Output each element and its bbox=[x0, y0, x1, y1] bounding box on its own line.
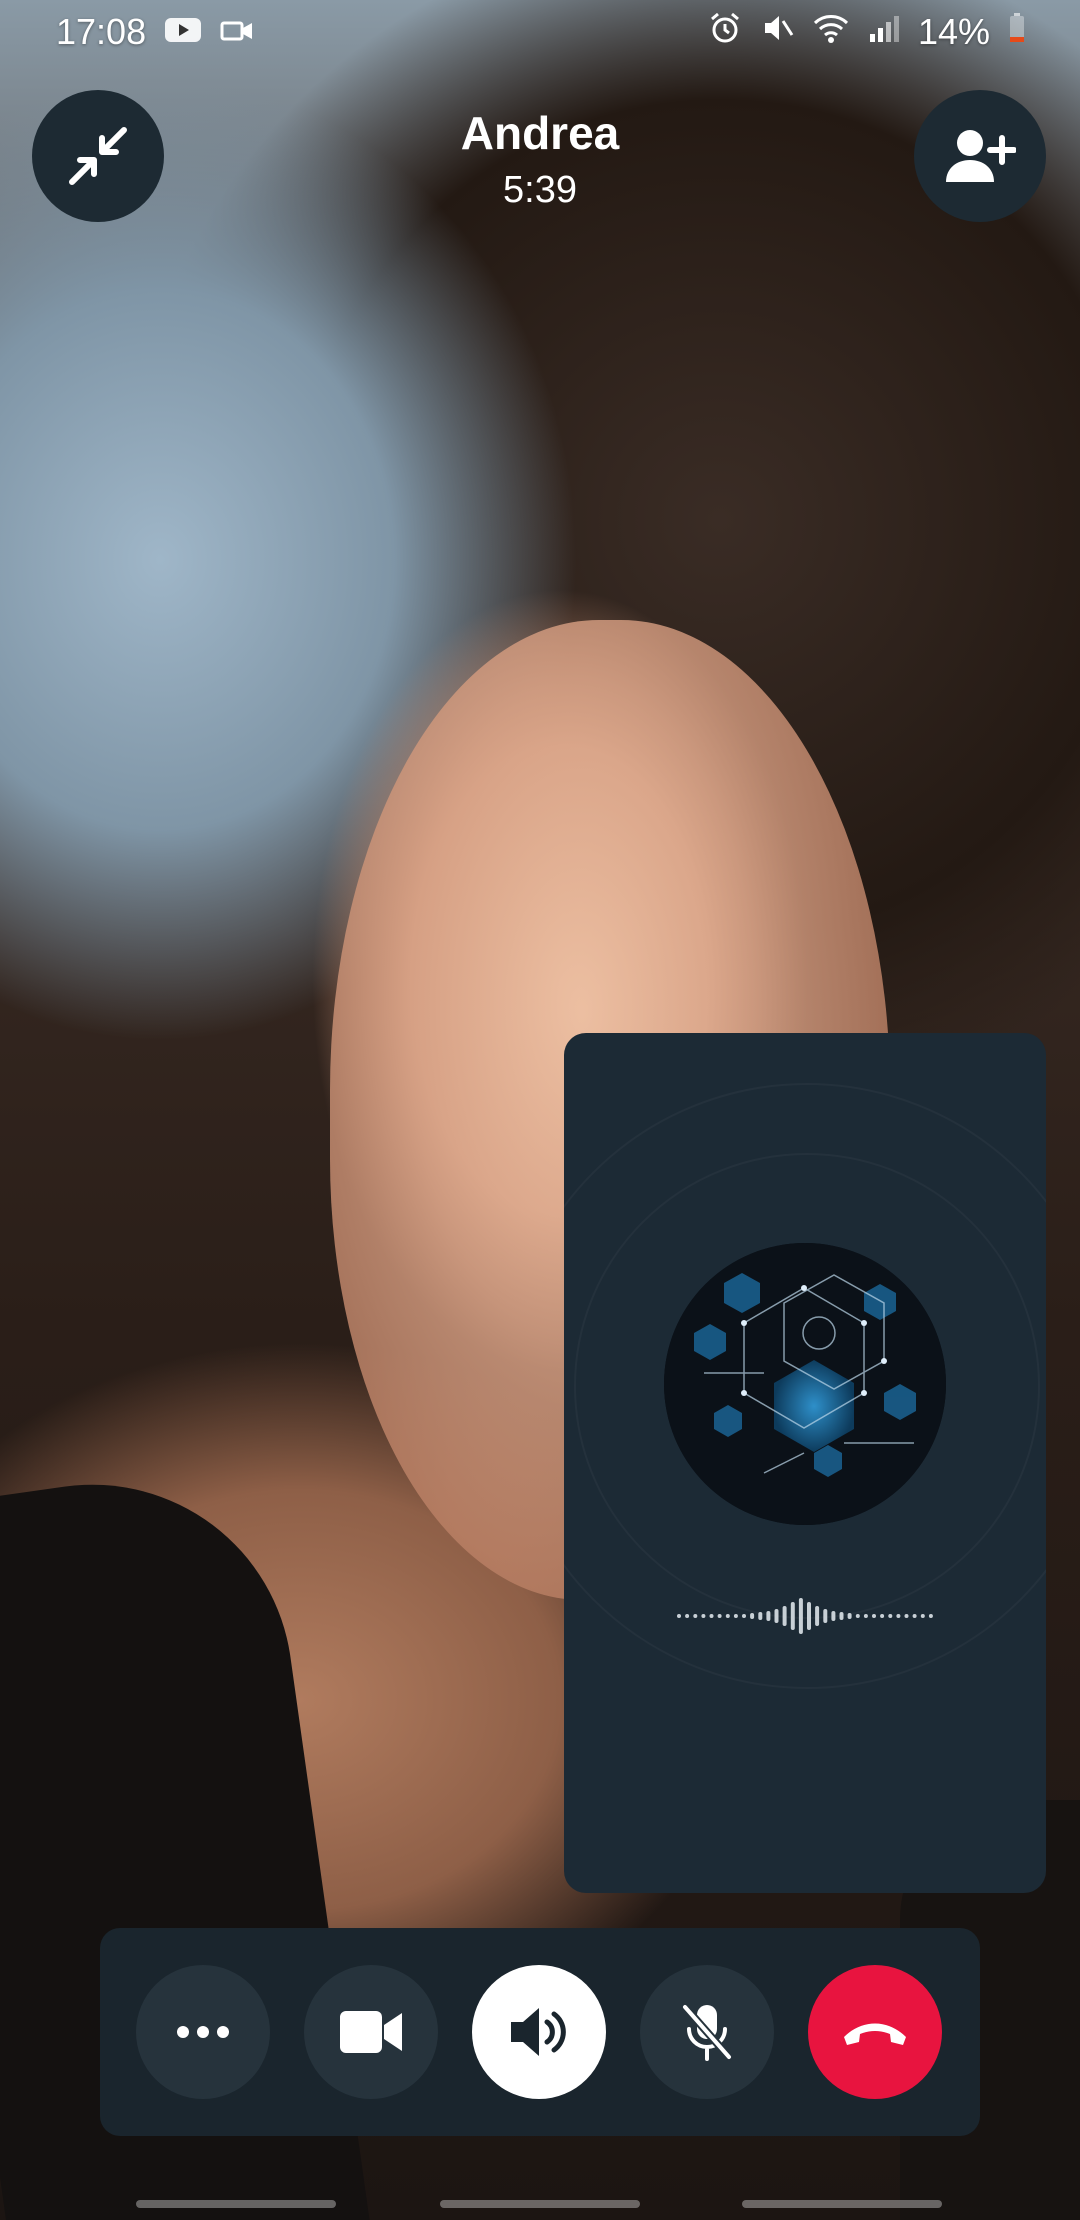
video-camera-icon bbox=[340, 2011, 402, 2053]
wave-bar bbox=[831, 1611, 836, 1621]
wave-bar bbox=[839, 1612, 844, 1620]
call-control-bar bbox=[100, 1928, 980, 2136]
audio-wave bbox=[677, 1598, 933, 1634]
wave-bar bbox=[766, 1611, 771, 1621]
wave-bar bbox=[815, 1606, 820, 1626]
wave-bar bbox=[733, 1614, 738, 1618]
add-participant-button[interactable] bbox=[914, 90, 1046, 222]
add-person-icon bbox=[946, 130, 1016, 182]
end-call-button[interactable] bbox=[808, 1965, 942, 2099]
wave-bar bbox=[685, 1614, 690, 1618]
nav-recents-handle[interactable] bbox=[136, 2200, 336, 2208]
alarm-icon bbox=[708, 11, 742, 54]
status-bar: 17:08 14% bbox=[0, 0, 1080, 64]
signal-icon bbox=[868, 11, 900, 53]
self-avatar bbox=[664, 1243, 946, 1525]
wave-bar bbox=[774, 1609, 779, 1623]
nav-back-handle[interactable] bbox=[742, 2200, 942, 2208]
status-right: 14% bbox=[708, 11, 1026, 54]
navigation-bar bbox=[0, 2190, 1080, 2220]
wave-bar bbox=[798, 1598, 803, 1634]
wave-bar bbox=[782, 1606, 787, 1626]
video-record-icon bbox=[220, 11, 254, 53]
mute-icon bbox=[760, 11, 794, 54]
wave-bar bbox=[701, 1614, 706, 1618]
wave-bar bbox=[823, 1609, 828, 1623]
wave-bar bbox=[872, 1614, 876, 1618]
wave-bar bbox=[790, 1602, 795, 1630]
wave-bar bbox=[693, 1614, 698, 1618]
hang-up-icon bbox=[844, 2023, 906, 2045]
youtube-icon bbox=[164, 11, 202, 53]
wave-bar bbox=[880, 1614, 885, 1618]
status-time: 17:08 bbox=[56, 11, 147, 52]
wave-bar bbox=[677, 1614, 681, 1618]
wave-bar bbox=[742, 1614, 746, 1618]
self-preview[interactable] bbox=[564, 1033, 1046, 1893]
wave-bar bbox=[709, 1614, 714, 1618]
speaker-button[interactable] bbox=[472, 1965, 606, 2099]
wave-bar bbox=[717, 1614, 722, 1618]
status-left: 17:08 bbox=[56, 11, 254, 53]
wave-bar bbox=[928, 1614, 933, 1618]
battery-percent: 14% bbox=[917, 11, 990, 52]
camera-button[interactable] bbox=[304, 1965, 438, 2099]
wave-bar bbox=[912, 1614, 917, 1618]
wave-bar bbox=[807, 1602, 811, 1630]
wave-bar bbox=[847, 1613, 852, 1619]
nav-home-handle[interactable] bbox=[440, 2200, 640, 2208]
wave-bar bbox=[904, 1614, 909, 1618]
ellipsis-icon bbox=[177, 2026, 229, 2038]
wave-bar bbox=[920, 1614, 925, 1618]
mic-off-icon bbox=[681, 2003, 733, 2061]
wave-bar bbox=[896, 1614, 901, 1618]
mute-button[interactable] bbox=[640, 1965, 774, 2099]
wave-bar bbox=[758, 1612, 763, 1620]
more-options-button[interactable] bbox=[136, 1965, 270, 2099]
wave-bar bbox=[750, 1613, 755, 1619]
speaker-icon bbox=[511, 2008, 566, 2056]
wave-bar bbox=[855, 1614, 860, 1618]
wave-bar bbox=[725, 1614, 730, 1618]
wave-bar bbox=[888, 1614, 893, 1618]
battery-icon bbox=[1008, 11, 1026, 53]
wifi-icon bbox=[812, 11, 850, 53]
wave-bar bbox=[863, 1614, 868, 1618]
